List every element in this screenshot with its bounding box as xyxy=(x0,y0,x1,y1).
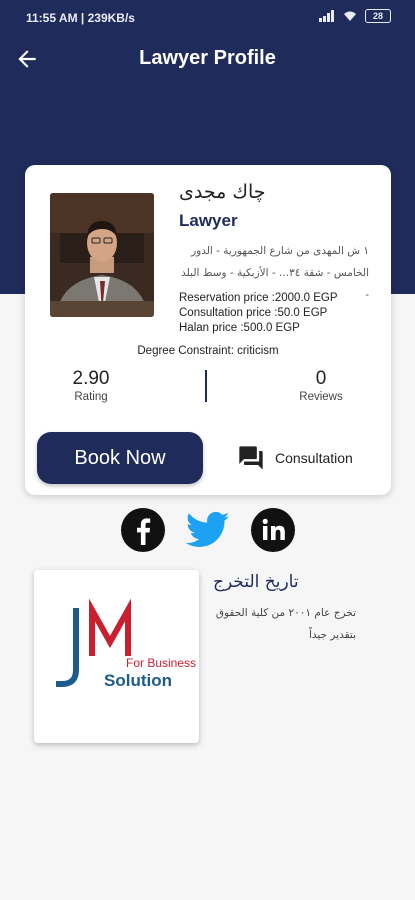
lawyer-role: Lawyer xyxy=(179,211,238,230)
graduation-text: تخرج عام ٢٠٠١ من كلية الحقوق بتقدير جيدا… xyxy=(215,607,356,641)
facebook-icon[interactable] xyxy=(120,507,166,553)
reviews-label: Reviews xyxy=(299,391,343,403)
status-icons: 28 xyxy=(319,9,391,23)
page-title: Lawyer Profile xyxy=(139,47,276,69)
graduation-title: تاريخ التخرج xyxy=(213,572,299,592)
reviews-value: 0 xyxy=(315,368,327,389)
university-logo-card: For Business Solution xyxy=(34,570,199,743)
degree-constraint: Degree Constraint: criticism xyxy=(137,345,279,357)
price-list: Reservation price :2000.0 EGP Consultati… xyxy=(179,291,338,336)
stat-divider xyxy=(205,370,207,402)
logo-tagline: For Business xyxy=(126,656,196,670)
lawyer-avatar xyxy=(50,193,154,317)
consultation-button[interactable]: Consultation xyxy=(237,441,353,475)
consultation-label: Consultation xyxy=(275,450,353,466)
wifi-icon xyxy=(344,11,356,21)
logo-word: Solution xyxy=(104,671,172,690)
social-links xyxy=(120,507,296,553)
jm-solution-logo: For Business Solution xyxy=(56,598,196,690)
signal-icon xyxy=(319,10,334,22)
chat-icon xyxy=(239,446,263,470)
rating-label: Rating xyxy=(74,391,108,403)
battery-icon: 28 xyxy=(365,9,391,23)
halan-price: Halan price :500.0 EGP xyxy=(179,322,300,334)
rating-stat: 2.90 Rating xyxy=(31,368,151,403)
rating-value: 2.90 xyxy=(72,368,110,389)
status-bar: 11:55 AM | 239KB/s 28 xyxy=(0,0,415,34)
linkedin-icon[interactable] xyxy=(250,507,296,553)
lawyer-name: چاك مجدى xyxy=(179,181,266,203)
reviews-stat: 0 Reviews xyxy=(261,368,381,403)
lawyer-profile-card: چاك مجدى Lawyer ١ ش المهدى من شارع الجمه… xyxy=(25,165,391,495)
twitter-icon[interactable] xyxy=(186,511,230,549)
status-time: 11:55 AM | 239KB/s xyxy=(26,11,135,25)
book-now-button[interactable]: Book Now xyxy=(37,432,203,484)
reservation-price: Reservation price :2000.0 EGP xyxy=(179,292,338,304)
consultation-price: Consultation price :50.0 EGP xyxy=(179,307,328,319)
